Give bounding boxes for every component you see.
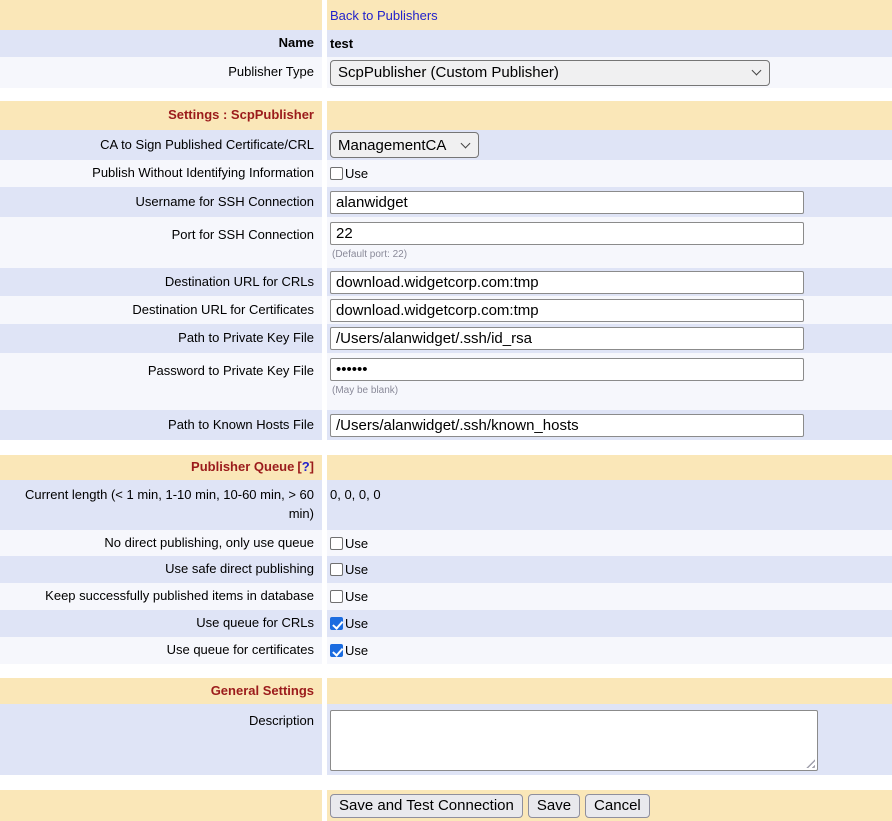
crl-url-input[interactable] — [330, 271, 804, 294]
queue-crls-label: Use queue for CRLs — [0, 610, 322, 637]
keep-published-checkbox-label: Use — [345, 589, 368, 604]
row-ssh-username: Username for SSH Connection — [0, 187, 892, 217]
row-general-header: General Settings — [0, 678, 892, 704]
key-path-input[interactable] — [330, 327, 804, 350]
cert-url-label: Destination URL for Certificates — [0, 296, 322, 324]
row-safe-direct: Use safe direct publishing Use — [0, 556, 892, 583]
ssh-port-label: Port for SSH Connection — [0, 217, 322, 268]
row-cert-url: Destination URL for Certificates — [0, 296, 892, 324]
row-queue-certs: Use queue for certificates Use — [0, 637, 892, 664]
cancel-button[interactable]: Cancel — [585, 794, 650, 818]
row-ca-sign: CA to Sign Published Certificate/CRL Man… — [0, 130, 892, 160]
queue-certs-checkbox[interactable] — [330, 644, 343, 657]
no-direct-checkbox-label: Use — [345, 536, 368, 551]
row-ssh-port: Port for SSH Connection (Default port: 2… — [0, 217, 892, 268]
row-anonymize: Publish Without Identifying Information … — [0, 160, 892, 187]
ssh-username-label: Username for SSH Connection — [0, 187, 322, 217]
row-known-hosts: Path to Known Hosts File — [0, 410, 892, 440]
general-settings-title: General Settings — [211, 682, 314, 701]
ca-sign-label: CA to Sign Published Certificate/CRL — [0, 130, 322, 160]
anonymize-checkbox-label: Use — [345, 166, 368, 181]
key-password-note: (May be blank) — [332, 385, 398, 396]
row-key-path: Path to Private Key File — [0, 324, 892, 353]
ssh-username-input[interactable] — [330, 191, 804, 214]
key-password-label: Password to Private Key File — [0, 353, 322, 410]
no-direct-label: No direct publishing, only use queue — [0, 530, 322, 556]
row-queue-header: Publisher Queue [?] — [0, 455, 892, 480]
current-length-label: Current length (< 1 min, 1-10 min, 10-60… — [0, 480, 322, 530]
publisher-type-label: Publisher Type — [0, 57, 322, 88]
spacer — [0, 88, 892, 101]
publisher-type-select[interactable]: ScpPublisher (Custom Publisher) — [330, 60, 770, 86]
publisher-queue-help-link[interactable]: [?] — [297, 458, 314, 477]
save-button[interactable]: Save — [528, 794, 580, 818]
back-to-publishers-link[interactable]: Back to Publishers — [330, 8, 438, 23]
queue-certs-label: Use queue for certificates — [0, 637, 322, 664]
name-value: test — [327, 30, 892, 57]
ssh-port-input[interactable] — [330, 222, 804, 245]
spacer — [0, 664, 892, 678]
save-and-test-button[interactable]: Save and Test Connection — [330, 794, 523, 818]
chevron-down-icon — [461, 138, 471, 148]
row-actions: Save and Test Connection Save Cancel — [0, 790, 892, 821]
scp-settings-title: Settings : ScpPublisher — [168, 106, 314, 125]
safe-direct-checkbox-label: Use — [345, 562, 368, 577]
cert-url-input[interactable] — [330, 299, 804, 322]
safe-direct-checkbox[interactable] — [330, 563, 343, 576]
row-back-link: Back to Publishers — [0, 0, 892, 30]
current-length-value: 0, 0, 0, 0 — [327, 480, 892, 530]
key-path-label: Path to Private Key File — [0, 324, 322, 353]
safe-direct-label: Use safe direct publishing — [0, 556, 322, 583]
ca-sign-selected-value: ManagementCA — [338, 137, 446, 154]
spacer — [0, 775, 892, 790]
keep-published-label: Keep successfully published items in dat… — [0, 583, 322, 610]
publisher-edit-page: Back to Publishers Name test Publisher T… — [0, 0, 892, 821]
queue-crls-checkbox[interactable] — [330, 617, 343, 630]
description-textarea[interactable] — [330, 710, 818, 771]
empty-footer-cell — [0, 790, 322, 821]
known-hosts-label: Path to Known Hosts File — [0, 410, 322, 440]
row-current-length: Current length (< 1 min, 1-10 min, 10-60… — [0, 480, 892, 530]
row-keep-published: Keep successfully published items in dat… — [0, 583, 892, 610]
row-scp-settings-header: Settings : ScpPublisher — [0, 101, 892, 130]
spacer — [0, 440, 892, 455]
chevron-down-icon — [752, 66, 762, 76]
row-key-password: Password to Private Key File (May be bla… — [0, 353, 892, 410]
anonymize-label: Publish Without Identifying Information — [0, 160, 322, 187]
anonymize-checkbox[interactable] — [330, 167, 343, 180]
keep-published-checkbox[interactable] — [330, 590, 343, 603]
empty-header-cell — [0, 0, 322, 30]
ssh-port-note: (Default port: 22) — [332, 249, 407, 260]
known-hosts-input[interactable] — [330, 414, 804, 437]
crl-url-label: Destination URL for CRLs — [0, 268, 322, 296]
row-no-direct: No direct publishing, only use queue Use — [0, 530, 892, 556]
no-direct-checkbox[interactable] — [330, 537, 343, 550]
queue-crls-checkbox-label: Use — [345, 616, 368, 631]
row-queue-crls: Use queue for CRLs Use — [0, 610, 892, 637]
row-publisher-type: Publisher Type ScpPublisher (Custom Publ… — [0, 57, 892, 88]
row-crl-url: Destination URL for CRLs — [0, 268, 892, 296]
key-password-input[interactable] — [330, 358, 804, 381]
description-label: Description — [0, 704, 322, 775]
publisher-type-selected-value: ScpPublisher (Custom Publisher) — [338, 64, 559, 81]
queue-certs-checkbox-label: Use — [345, 643, 368, 658]
row-name: Name test — [0, 30, 892, 57]
ca-sign-select[interactable]: ManagementCA — [330, 132, 479, 158]
publisher-queue-title: Publisher Queue — [191, 458, 294, 477]
row-description: Description — [0, 704, 892, 775]
name-label: Name — [0, 30, 322, 57]
